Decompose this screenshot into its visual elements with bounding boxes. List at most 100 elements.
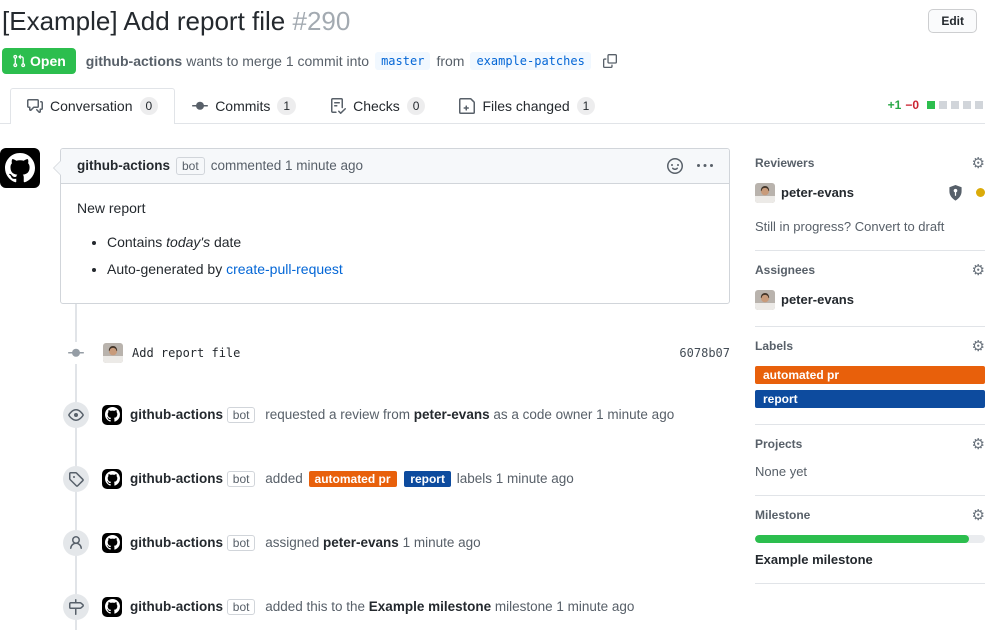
section-title: Reviewers <box>755 156 814 170</box>
label-automated-pr[interactable]: automated pr <box>755 366 985 384</box>
issue-comment: github-actions bot commented 1 minute ag… <box>60 148 730 304</box>
tab-commits[interactable]: Commits 1 <box>175 88 313 123</box>
event-text: github-actions bot assigned peter-evans … <box>130 533 481 553</box>
event-text-part: milestone 1 minute ago <box>491 599 634 614</box>
gear-icon[interactable]: ⚙ <box>972 437 985 452</box>
state-label: Open <box>30 53 66 69</box>
bot-badge: bot <box>176 157 205 175</box>
timeline-event-assigned: github-actions bot assigned peter-evans … <box>0 530 730 556</box>
commit-message[interactable]: Add report file <box>132 346 240 360</box>
bullet-emphasis: today's <box>166 234 210 250</box>
labels-header[interactable]: Labels ⚙ <box>755 339 985 354</box>
bullet-text: Auto-generated by <box>107 261 226 277</box>
event-text-part: labels 1 minute ago <box>457 471 574 486</box>
label-report[interactable]: report <box>404 471 451 487</box>
edit-button[interactable]: Edit <box>928 9 977 33</box>
event-text: github-actions bot added automated pr re… <box>130 469 574 489</box>
bullet-text: date <box>210 234 241 250</box>
gear-icon[interactable]: ⚙ <box>972 156 985 171</box>
commit-sha[interactable]: 6078b07 <box>679 346 730 360</box>
eye-icon <box>63 402 89 428</box>
avatar[interactable] <box>103 343 123 363</box>
diffstat[interactable]: +1 −0 <box>888 98 983 112</box>
avatar[interactable] <box>102 533 122 553</box>
create-pull-request-link[interactable]: create-pull-request <box>226 261 343 277</box>
comment-body: New report Contains today's date Auto-ge… <box>61 184 729 303</box>
git-commit-icon <box>68 342 84 364</box>
tab-conversation[interactable]: Conversation 0 <box>10 88 175 124</box>
event-text-part: 1 minute ago <box>399 535 481 550</box>
assignee-name[interactable]: peter-evans <box>781 292 854 307</box>
octocat-icon <box>5 153 35 183</box>
timeline-column: github-actions bot commented 1 minute ag… <box>0 148 730 630</box>
tab-label: Commits <box>215 98 270 114</box>
from-text: from <box>436 53 464 69</box>
avatar[interactable] <box>102 405 122 425</box>
pr-author[interactable]: github-actions <box>86 53 182 69</box>
event-text-part: added this to the <box>265 599 369 614</box>
comment-author[interactable]: github-actions <box>77 158 170 173</box>
section-title: Assignees <box>755 263 815 277</box>
event-text-part: as a code owner 1 minute ago <box>490 407 675 422</box>
projects-header[interactable]: Projects ⚙ <box>755 437 985 452</box>
sidebar-section-labels: Labels ⚙ automated pr report <box>755 327 985 425</box>
kebab-menu-icon[interactable] <box>697 158 713 174</box>
base-branch[interactable]: master <box>375 52 430 70</box>
timeline-event-review-requested: github-actions bot requested a review fr… <box>0 402 730 428</box>
bot-badge: bot <box>227 535 256 551</box>
milestone-header[interactable]: Milestone ⚙ <box>755 508 985 523</box>
avatar[interactable] <box>755 183 775 203</box>
avatar[interactable] <box>0 148 40 188</box>
sidebar: Reviewers ⚙ peter-evans Still in progres… <box>755 148 985 630</box>
label-report[interactable]: report <box>755 390 985 408</box>
projects-empty-text: None yet <box>755 464 985 479</box>
avatar[interactable] <box>102 597 122 617</box>
diff-additions: +1 <box>888 98 902 112</box>
pr-number: #290 <box>293 6 351 36</box>
main-content: github-actions bot commented 1 minute ag… <box>0 148 985 630</box>
tab-checks[interactable]: Checks 0 <box>313 88 442 123</box>
draft-hint: Still in progress? Convert to draft <box>755 219 985 234</box>
comment-list: Contains today's date Auto-generated by … <box>77 232 713 281</box>
tab-label: Checks <box>353 98 400 114</box>
diff-block-added <box>927 101 935 109</box>
file-diff-icon <box>459 98 475 114</box>
event-actor[interactable]: github-actions <box>130 535 223 550</box>
assignee-row: peter-evans <box>755 290 985 310</box>
reviewers-header[interactable]: Reviewers ⚙ <box>755 156 985 171</box>
event-actor[interactable]: github-actions <box>130 407 223 422</box>
reviewer-row: peter-evans <box>755 183 985 203</box>
avatar[interactable] <box>102 469 122 489</box>
milestone-progress-track <box>755 535 985 543</box>
pr-tab-bar: Conversation 0 Commits 1 Checks 0 Files … <box>0 88 985 124</box>
milestone-name[interactable]: Example milestone <box>755 552 985 567</box>
comment-paragraph: New report <box>77 200 713 216</box>
tab-label: Files changed <box>482 98 569 114</box>
event-actor[interactable]: github-actions <box>130 471 223 486</box>
smiley-icon[interactable] <box>667 158 683 174</box>
event-target[interactable]: peter-evans <box>323 535 399 550</box>
section-title: Projects <box>755 437 802 451</box>
gear-icon[interactable]: ⚙ <box>972 339 985 354</box>
diff-block-neutral <box>939 101 947 109</box>
page-title: [Example] Add report file #290 <box>2 5 350 38</box>
reviewer-name[interactable]: peter-evans <box>781 185 854 200</box>
event-target[interactable]: Example milestone <box>369 599 491 614</box>
comment-header-actions <box>667 158 713 174</box>
assignees-header[interactable]: Assignees ⚙ <box>755 263 985 278</box>
gear-icon[interactable]: ⚙ <box>972 508 985 523</box>
gear-icon[interactable]: ⚙ <box>972 263 985 278</box>
head-branch[interactable]: example-patches <box>470 52 590 70</box>
label-automated-pr[interactable]: automated pr <box>309 471 397 487</box>
avatar[interactable] <box>755 290 775 310</box>
state-badge: Open <box>2 48 76 74</box>
event-target[interactable]: peter-evans <box>414 407 490 422</box>
diff-block-neutral <box>963 101 971 109</box>
copy-branch-icon[interactable] <box>603 54 617 68</box>
milestone-icon <box>63 594 89 620</box>
event-actor[interactable]: github-actions <box>130 599 223 614</box>
convert-to-draft-link[interactable]: Convert to draft <box>855 219 945 234</box>
event-text-part: assigned <box>265 535 323 550</box>
tab-files-changed[interactable]: Files changed 1 <box>442 88 612 123</box>
sidebar-section-projects: Projects ⚙ None yet <box>755 425 985 496</box>
